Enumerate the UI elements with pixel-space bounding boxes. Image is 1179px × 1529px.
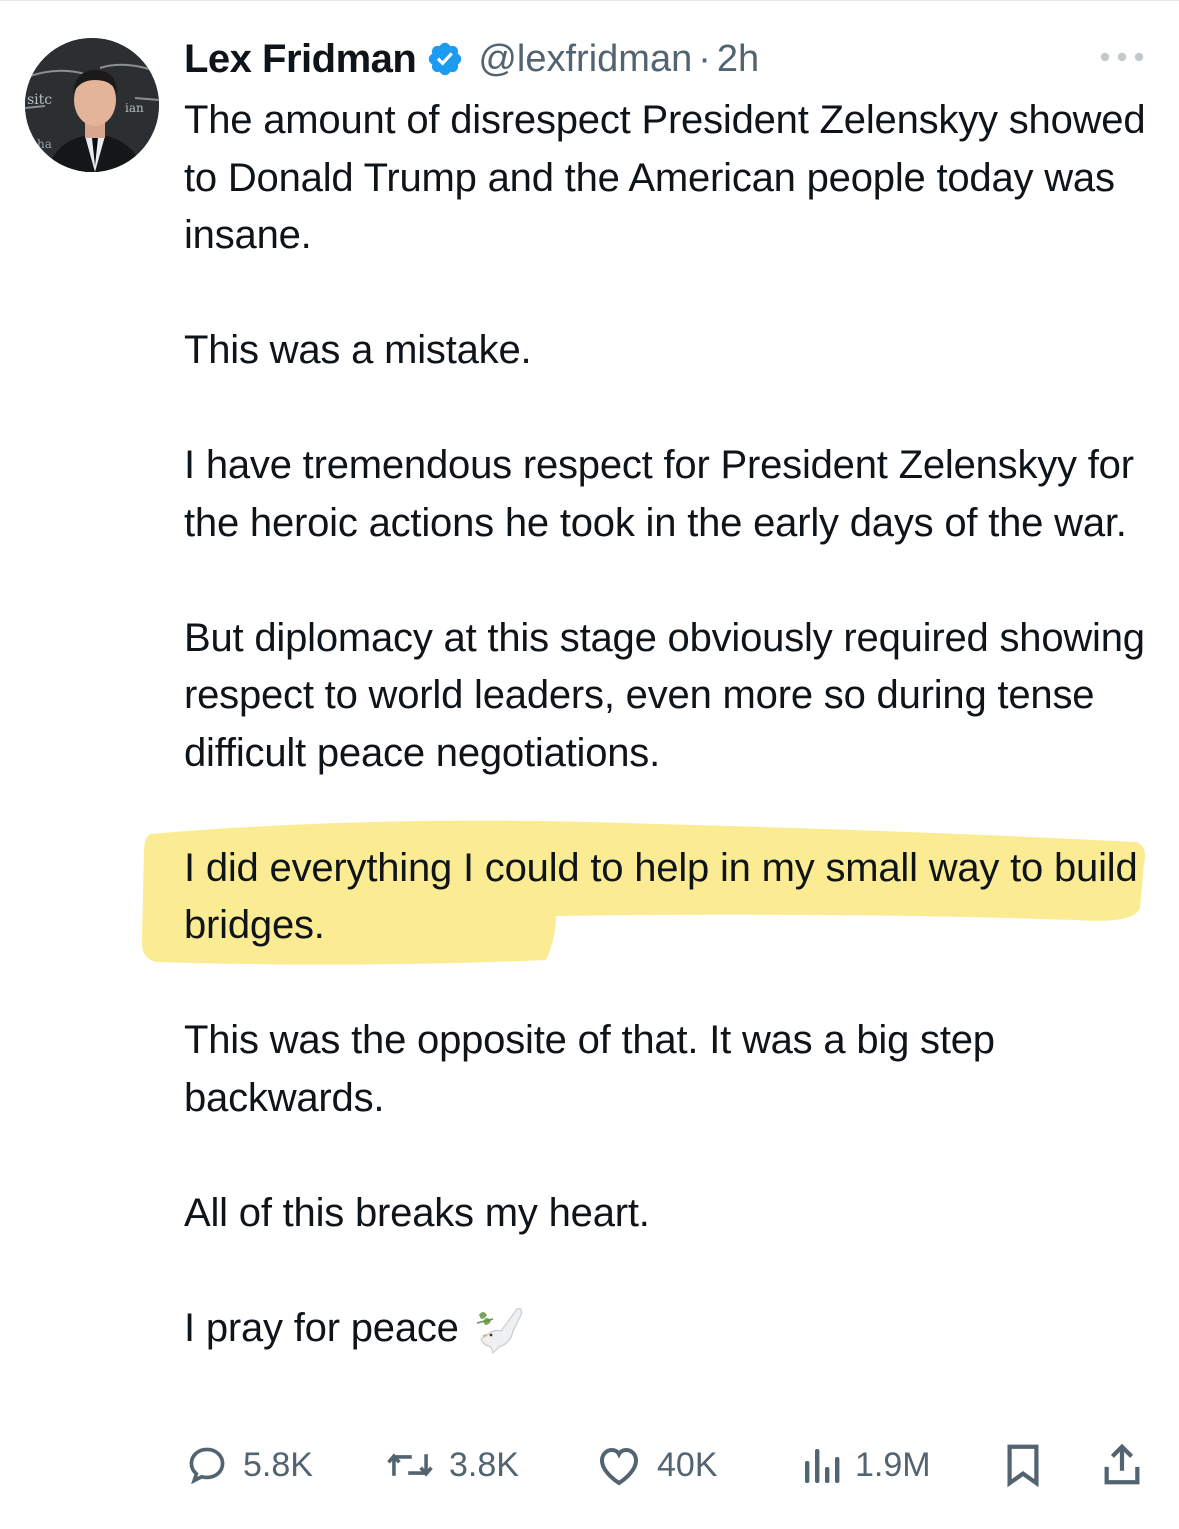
dove-with-olive-branch-icon — [476, 1307, 522, 1355]
tweet-paragraph: But diplomacy at this stage obviously re… — [184, 615, 1145, 775]
like-count: 40K — [657, 1445, 718, 1484]
more-options-icon[interactable] — [1096, 41, 1148, 73]
author-handle[interactable]: @lexfridman — [478, 38, 692, 81]
views-button[interactable]: 1.9M — [801, 1436, 931, 1494]
svg-text:ha: ha — [37, 137, 52, 151]
tweet-paragraph: I have tremendous respect for President … — [184, 443, 1134, 545]
tweet-body: The amount of disrespect President Zelen… — [141, 92, 1159, 1358]
highlighted-paragraph: I did everything I could to help in my s… — [141, 820, 1159, 965]
verified-badge-icon — [429, 42, 462, 76]
repost-count: 3.8K — [449, 1445, 519, 1484]
reply-button[interactable]: 5.8K — [185, 1436, 313, 1494]
tweet-paragraph: I pray for peace — [184, 1300, 1159, 1358]
tweet-paragraph: The amount of disrespect President Zelen… — [184, 98, 1146, 257]
heart-icon — [599, 1447, 639, 1486]
views-icon — [805, 1449, 840, 1483]
bookmark-icon — [1007, 1444, 1039, 1488]
tweet-header: Lex Fridman @lexfridman · 2h — [184, 34, 759, 84]
highlighter-mark — [141, 820, 1145, 965]
view-count: 1.9M — [855, 1445, 931, 1484]
tweet-paragraph: This was the opposite of that. It was a … — [184, 1018, 995, 1120]
author-name[interactable]: Lex Fridman — [184, 37, 417, 82]
share-button[interactable] — [1100, 1436, 1144, 1494]
svg-text:ian: ian — [125, 101, 144, 115]
top-divider — [0, 0, 1179, 1]
header-separator: · — [698, 37, 711, 80]
reply-count: 5.8K — [243, 1445, 313, 1484]
like-button[interactable]: 40K — [595, 1436, 718, 1494]
tweet-paragraph: All of this breaks my heart. — [184, 1190, 650, 1235]
tweet-paragraph: This was a mistake. — [184, 328, 532, 372]
svg-text:sitc: sitc — [27, 92, 52, 108]
repost-button[interactable]: 3.8K — [385, 1436, 519, 1494]
share-icon — [1104, 1443, 1140, 1485]
bookmark-button[interactable] — [1003, 1436, 1043, 1494]
avatar-photo: sitc ian ha — [25, 38, 159, 172]
repost-icon — [387, 1453, 433, 1477]
avatar[interactable]: sitc ian ha — [25, 38, 159, 172]
action-bar: 5.8K 3.8K 40K 1.9M — [185, 1436, 1150, 1494]
reply-icon — [189, 1447, 225, 1485]
post-time[interactable]: 2h — [717, 38, 759, 81]
